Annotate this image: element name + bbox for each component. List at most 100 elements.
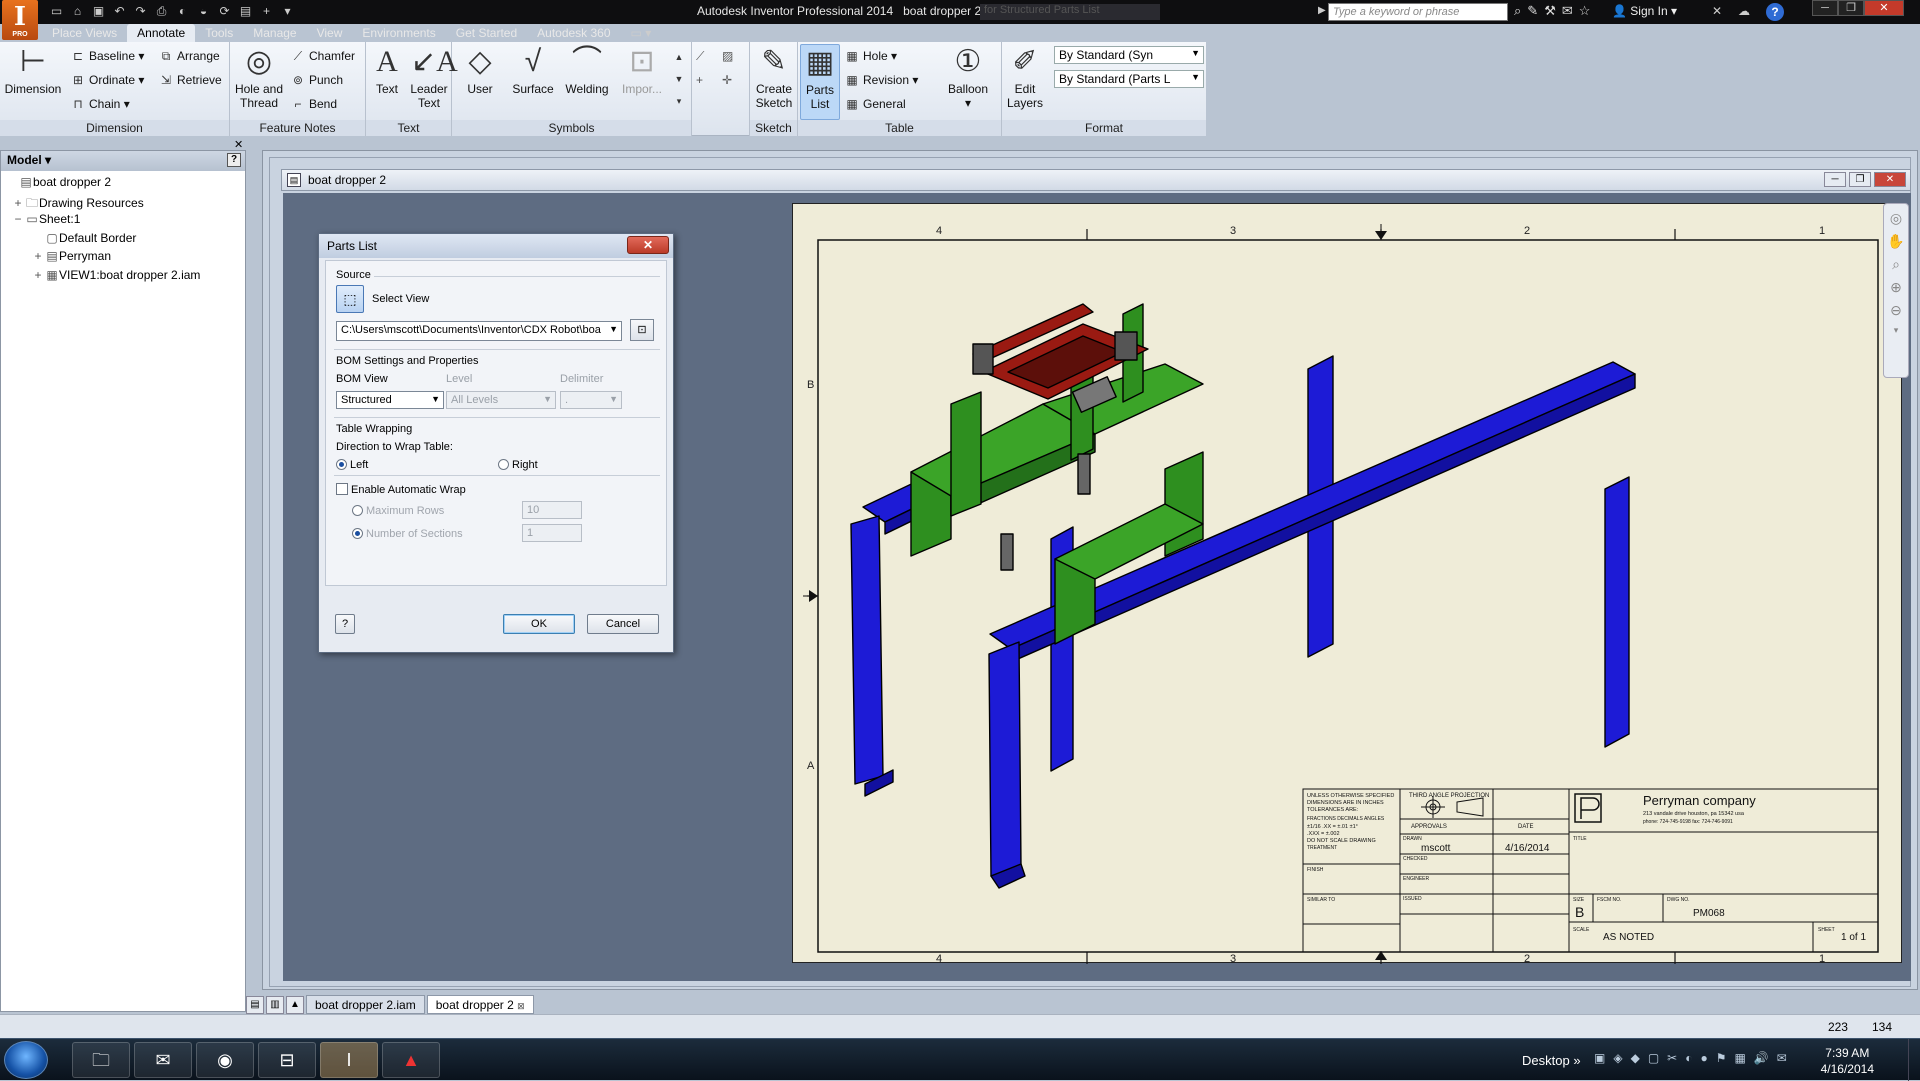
baseline-button[interactable]: ⊏ Baseline ▾ xyxy=(70,48,144,64)
dialog-title-bar[interactable]: Parts List ✕ xyxy=(319,234,673,258)
favorites-icon[interactable]: ☆ xyxy=(1579,3,1591,19)
volume-icon[interactable]: 🔊 xyxy=(1754,1051,1769,1065)
doc-tab-assembly[interactable]: boat dropper 2.iam xyxy=(306,995,425,1014)
select-icon[interactable]: ◐ xyxy=(174,3,191,20)
browser-node[interactable]: + ▦VIEW1:boat dropper 2.iam xyxy=(31,268,200,282)
binoculars-icon[interactable]: ⌕ xyxy=(1514,3,1521,19)
help-icon[interactable]: ? xyxy=(1766,3,1784,21)
max-rows-radio[interactable]: Maximum Rows xyxy=(352,505,444,517)
parts-list-button[interactable]: ▦ Parts List xyxy=(800,44,840,120)
explorer-taskbar-button[interactable]: 🗀 xyxy=(72,1042,130,1078)
tab-annotate[interactable]: Annotate xyxy=(127,24,196,42)
exchange-icon[interactable]: ✕ xyxy=(1712,4,1722,18)
zoom-all-icon[interactable]: ⊕ xyxy=(1884,279,1908,296)
browser-node[interactable]: + ▤Perryman xyxy=(31,249,111,263)
document-title-bar[interactable]: ▤ boat dropper 2 ─ ❐ ✕ xyxy=(281,169,1911,191)
center-mark-icon[interactable]: + xyxy=(696,72,703,88)
expand-icon[interactable]: + xyxy=(31,268,45,282)
chrome-taskbar-button[interactable]: ◉ xyxy=(196,1042,254,1078)
ribbon-display-toggle[interactable]: ▭ ▾ xyxy=(621,24,662,42)
enable-wrap-checkbox[interactable]: Enable Automatic Wrap xyxy=(336,483,466,496)
doc-minimize-button[interactable]: ─ xyxy=(1824,172,1846,187)
doc-close-button[interactable]: ✕ xyxy=(1874,172,1906,187)
tray-app-icon[interactable]: ● xyxy=(1700,1051,1707,1065)
zoom-icon[interactable]: ⌕ xyxy=(1884,256,1908,273)
retrieve-button[interactable]: ⇲ Retrieve xyxy=(158,72,222,88)
tab-autodesk-360[interactable]: Autodesk 360 xyxy=(527,24,620,42)
material-icon[interactable]: ◒ xyxy=(195,3,212,20)
dialog-help-button[interactable]: ? xyxy=(335,614,355,634)
subscription-icon[interactable]: ⚒ xyxy=(1544,3,1556,19)
steering-wheel-icon[interactable]: ◎ xyxy=(1884,210,1908,227)
tab-place-views[interactable]: Place Views xyxy=(42,24,127,42)
tab-view[interactable]: View xyxy=(307,24,353,42)
surface-button[interactable]: √ Surface xyxy=(508,44,558,96)
outlook-taskbar-button[interactable]: ✉ xyxy=(134,1042,192,1078)
autocad-taskbar-button[interactable]: ▲ xyxy=(382,1042,440,1078)
desktop-toolbar[interactable]: Desktop » xyxy=(1522,1053,1581,1068)
parts-list-style-dropdown[interactable]: By Standard (Parts L ▼ xyxy=(1054,70,1204,88)
import-button[interactable]: ⊡ Impor... xyxy=(616,44,668,96)
drawing-sheet[interactable]: 4 3 2 1 4 3 2 1 B A UNLESS OTHERWISE SPE… xyxy=(792,203,1902,964)
edit-layers-button[interactable]: ✐ Edit Layers xyxy=(1004,44,1046,110)
dimension-button[interactable]: ⊢ Dimension xyxy=(2,44,64,96)
minimize-button[interactable]: ─ xyxy=(1812,0,1838,16)
customize-nav-icon[interactable]: ▾ xyxy=(1884,325,1908,336)
tray-app-icon[interactable]: ▢ xyxy=(1648,1051,1659,1065)
delimiter-dropdown[interactable]: . ▼ xyxy=(560,391,622,409)
zoom-window-icon[interactable]: ⊖ xyxy=(1884,302,1908,319)
gallery-scroll[interactable]: ▲ ▼ ▾ xyxy=(672,46,686,116)
browse-file-button[interactable]: ⊡ xyxy=(630,319,654,341)
create-sketch-button[interactable]: ✎ Create Sketch xyxy=(752,44,796,110)
redo-icon[interactable]: ↷ xyxy=(132,3,149,20)
level-dropdown[interactable]: All Levels ▼ xyxy=(446,391,556,409)
cancel-button[interactable]: Cancel xyxy=(587,614,659,634)
browser-node[interactable]: − ▭Sheet:1 xyxy=(11,212,80,226)
tray-app-icon[interactable]: ◈ xyxy=(1613,1051,1622,1065)
hole-table-button[interactable]: ▦ Hole ▾ xyxy=(844,48,897,64)
tab-close-icon[interactable]: ⊠ xyxy=(517,1001,525,1011)
project-icon[interactable]: ▤ xyxy=(237,3,254,20)
centered-pattern-icon[interactable]: ✛ xyxy=(722,72,732,88)
doc-tab-drawing[interactable]: boat dropper 2 ⊠ xyxy=(426,995,534,1014)
a360-icon[interactable]: ☁ xyxy=(1738,4,1750,18)
tray-app-icon[interactable]: ◆ xyxy=(1631,1051,1640,1065)
browser-node[interactable]: ▢Default Border xyxy=(31,231,136,245)
centerline-icon[interactable]: ⟋ xyxy=(696,48,704,64)
flag-icon[interactable]: ⚑ xyxy=(1716,1051,1727,1065)
update-icon[interactable]: ⟳ xyxy=(216,3,233,20)
tray-app-icon[interactable]: ◐ xyxy=(1685,1051,1692,1065)
outlook-tray-icon[interactable]: ✉ xyxy=(1777,1051,1787,1065)
num-sections-field[interactable]: 1 xyxy=(522,524,582,542)
undo-icon[interactable]: ↶ xyxy=(111,3,128,20)
application-menu-button[interactable]: I PRO xyxy=(2,0,38,40)
network-taskbar-button[interactable]: ⊟ xyxy=(258,1042,316,1078)
dialog-close-button[interactable]: ✕ xyxy=(627,236,669,254)
chamfer-button[interactable]: ⟋ Chamfer xyxy=(290,48,355,64)
browser-node[interactable]: ▤boat dropper 2 xyxy=(5,175,111,189)
add-icon[interactable]: + xyxy=(258,3,275,20)
inventor-taskbar-button[interactable]: I xyxy=(320,1042,378,1078)
customize-icon[interactable]: ▾ xyxy=(279,3,296,20)
communication-icon[interactable]: ✉ xyxy=(1562,3,1573,19)
arrange-button[interactable]: ⧉ Arrange xyxy=(158,48,220,64)
general-table-button[interactable]: ▦ General xyxy=(844,96,905,112)
punch-button[interactable]: ⊚ Punch xyxy=(290,72,343,88)
show-desktop-button[interactable] xyxy=(1908,1039,1920,1081)
tray-app-icon[interactable]: ▣ xyxy=(1594,1051,1605,1065)
tab-manage[interactable]: Manage xyxy=(243,24,306,42)
save-icon[interactable]: ▣ xyxy=(90,3,107,20)
user-symbol-button[interactable]: ◇ User xyxy=(456,44,504,96)
ok-button[interactable]: OK xyxy=(503,614,575,634)
search-arrow-icon[interactable]: ▶ xyxy=(1318,5,1326,16)
source-file-dropdown[interactable]: C:\Users\mscott\Documents\Inventor\CDX R… xyxy=(336,321,622,341)
open-icon[interactable]: ⌂ xyxy=(69,3,86,20)
doc-restore-button[interactable]: ❐ xyxy=(1849,172,1871,187)
close-button[interactable]: ✕ xyxy=(1864,0,1904,16)
sign-in-button[interactable]: 👤 Sign In ▾ xyxy=(1612,4,1677,18)
style-standard-dropdown[interactable]: By Standard (Syn ▼ xyxy=(1054,46,1204,64)
hatch-icon[interactable]: ▨ xyxy=(722,48,733,64)
start-button[interactable] xyxy=(4,1041,48,1079)
tab-environments[interactable]: Environments xyxy=(352,24,445,42)
network-tray-icon[interactable]: ▦ xyxy=(1734,1051,1745,1065)
